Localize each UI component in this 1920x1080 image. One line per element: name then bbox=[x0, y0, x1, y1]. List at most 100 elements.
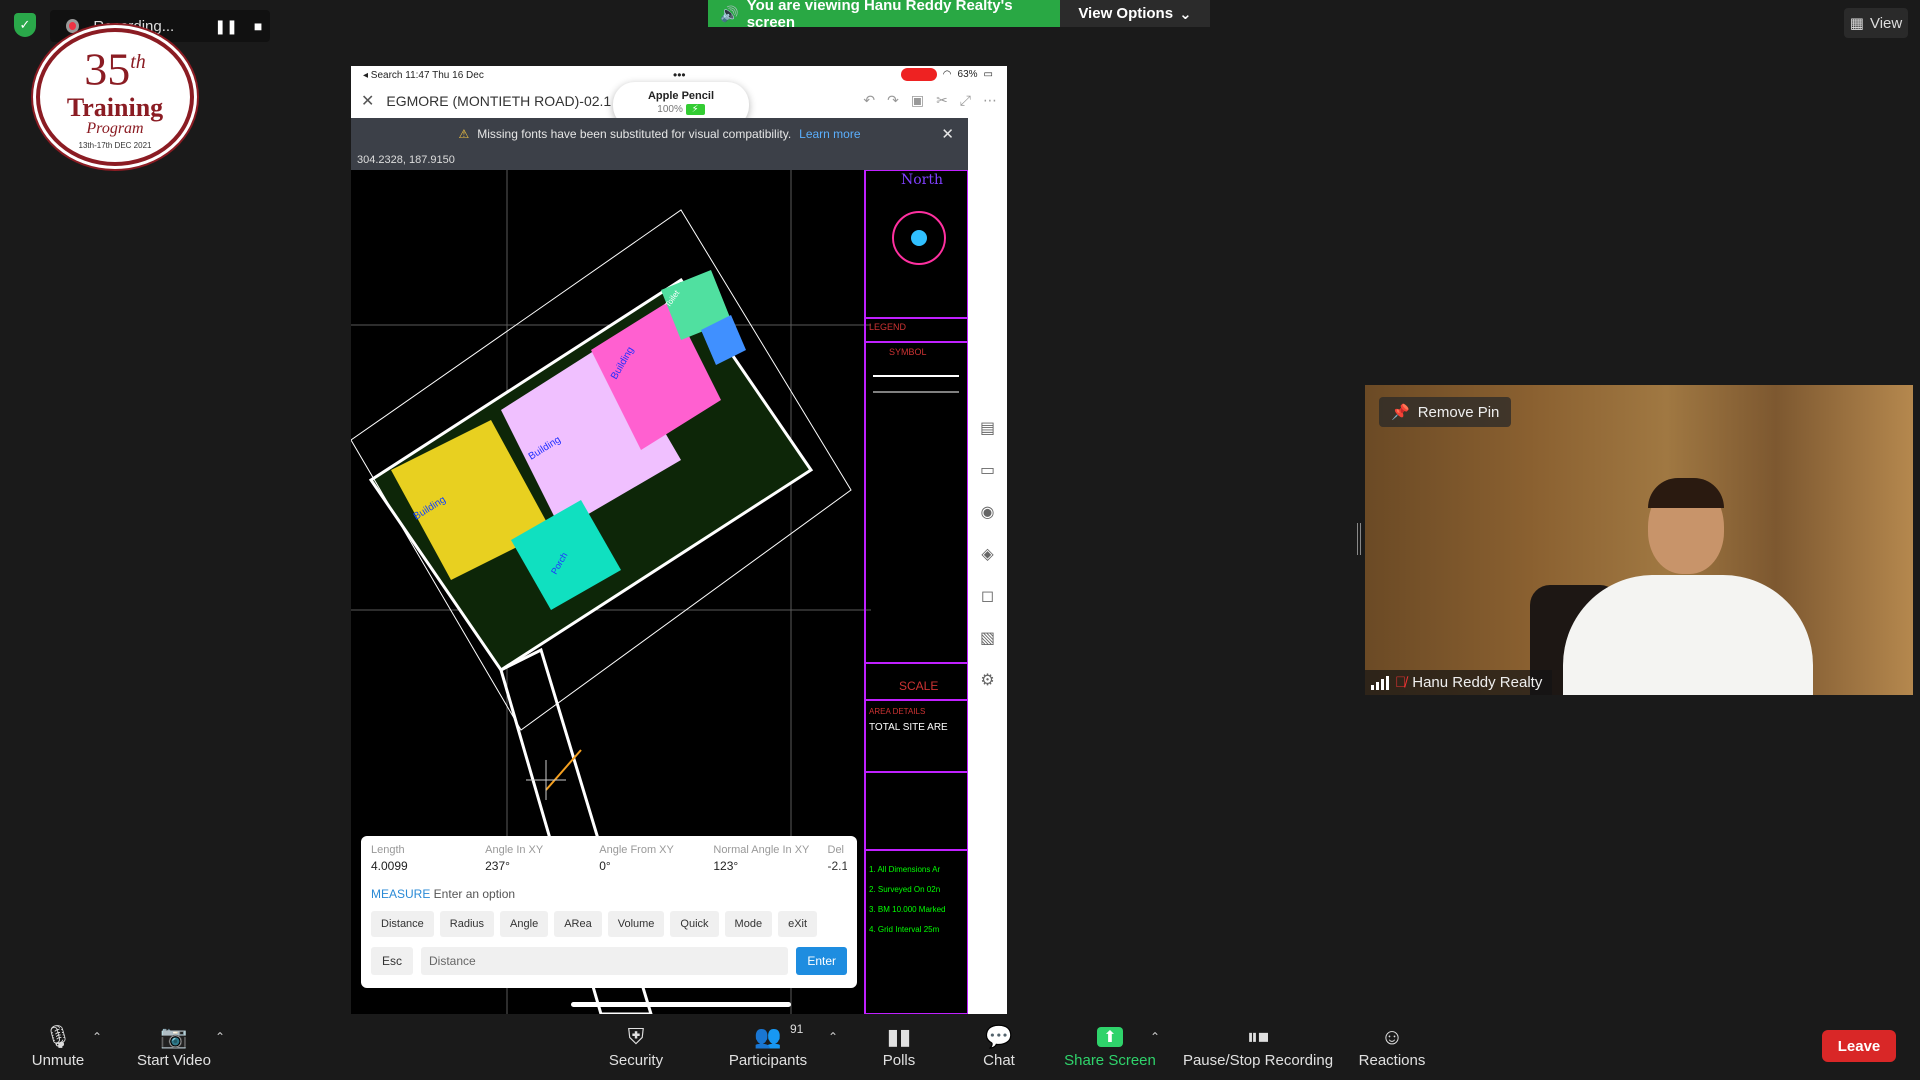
cad-side-toolbar: ▤ ▭ ◉ ◈ ◻ ▧ ⚙ bbox=[968, 118, 1007, 1014]
svg-text:SCALE: SCALE bbox=[899, 679, 938, 693]
settings-icon[interactable]: ⚙ bbox=[980, 670, 994, 690]
signal-icon bbox=[1371, 675, 1389, 690]
tools-icon[interactable]: ✂ bbox=[936, 92, 948, 109]
warning-icon: ⚠ bbox=[458, 127, 470, 141]
option-exit[interactable]: eXit bbox=[778, 911, 818, 937]
battery-icon: ▭ bbox=[983, 69, 993, 80]
person-shape bbox=[1563, 575, 1813, 695]
recording-dot-icon bbox=[66, 19, 80, 33]
participants-count: 91 bbox=[790, 1022, 804, 1036]
shared-screen: ◂ Search 11:47 Thu 16 Dec ••• ◠ 63% ▭ ✕ … bbox=[351, 66, 1007, 1014]
properties-icon[interactable]: ▤ bbox=[980, 418, 995, 438]
video-options-caret-icon[interactable]: ⌃ bbox=[215, 1030, 225, 1044]
home-indicator bbox=[571, 1002, 791, 1007]
measure-prompt: MEASURE Enter an option bbox=[371, 887, 516, 901]
svg-text:LEGEND: LEGEND bbox=[869, 322, 907, 332]
viewing-screen-text: You are viewing Hanu Reddy Realty's scre… bbox=[746, 0, 1013, 31]
file-title: EGMORE (MONTIETH ROAD)-02.1 bbox=[386, 93, 612, 109]
layers-icon[interactable]: ◈ bbox=[981, 544, 993, 564]
measure-field: Normal Angle In XY 123° bbox=[713, 844, 810, 873]
muted-mic-icon: 🎙̸ bbox=[1395, 674, 1407, 691]
panel-resize-handle[interactable] bbox=[1357, 523, 1361, 555]
close-icon[interactable]: ✕ bbox=[361, 91, 374, 111]
more-icon[interactable]: ⋯ bbox=[983, 92, 997, 109]
measure-field: Angle In XY 237° bbox=[485, 844, 544, 873]
pause-stop-recording-button[interactable]: ⏸⏹ Pause/Stop Recording bbox=[1180, 1022, 1336, 1069]
shapes-icon[interactable]: ◻ bbox=[981, 586, 994, 606]
measure-command-panel: Length 4.0099 Angle In XY 237° Angle Fro… bbox=[361, 836, 857, 988]
svg-text:1. All Dimensions Ar: 1. All Dimensions Ar bbox=[869, 865, 940, 874]
share-screen-button[interactable]: ⬆ Share Screen bbox=[1064, 1022, 1156, 1069]
svg-text:2. Surveyed On 02n: 2. Surveyed On 02n bbox=[869, 885, 940, 894]
remove-pin-button[interactable]: 📌 Remove Pin bbox=[1379, 397, 1512, 427]
mic-muted-icon: 🎙 bbox=[44, 1024, 72, 1049]
command-input[interactable]: Distance bbox=[421, 947, 789, 975]
option-angle[interactable]: Angle bbox=[500, 911, 549, 937]
reaction-emoji-icon: ☺ bbox=[1380, 1024, 1404, 1049]
option-mode[interactable]: Mode bbox=[724, 911, 773, 937]
svg-text:3. BM 10.000 Marked: 3. BM 10.000 Marked bbox=[869, 905, 945, 914]
app-title-bar: ✕ EGMORE (MONTIETH ROAD)-02.1 Apple Penc… bbox=[351, 82, 1007, 128]
fullscreen-icon[interactable]: ⤢ bbox=[960, 92, 971, 109]
grid-icon: ▦ bbox=[1849, 15, 1864, 32]
svg-text:TOTAL SITE ARE: TOTAL SITE ARE bbox=[869, 722, 948, 733]
option-volume[interactable]: Volume bbox=[607, 911, 665, 937]
audio-options-caret-icon[interactable]: ⌃ bbox=[92, 1030, 102, 1044]
pause-stop-icon: ⏸⏹ bbox=[1246, 1024, 1269, 1049]
chevron-down-icon: ⌄ bbox=[1179, 5, 1192, 23]
cursor-coordinates: 304.2328, 187.9150 bbox=[351, 150, 968, 170]
svg-text:North: North bbox=[901, 172, 943, 188]
security-shield-icon[interactable]: ✓ bbox=[14, 13, 36, 37]
battery-charging-icon: ⚡ bbox=[685, 104, 705, 115]
svg-text:SYMBOL: SYMBOL bbox=[889, 347, 927, 357]
screen-record-pill-icon bbox=[900, 68, 937, 81]
speaker-icon: 🔊 bbox=[720, 5, 739, 23]
redo-icon[interactable]: ↷ bbox=[887, 92, 899, 109]
measure-field: Length 4.0099 bbox=[371, 844, 408, 873]
enter-button[interactable]: Enter bbox=[796, 947, 847, 975]
option-distance[interactable]: Distance bbox=[371, 911, 434, 937]
missing-fonts-warning: ⚠ Missing fonts have been substituted fo… bbox=[351, 118, 968, 150]
participants-caret-icon[interactable]: ⌃ bbox=[828, 1030, 838, 1044]
participant-name-label: 🎙̸ Hanu Reddy Realty bbox=[1365, 670, 1553, 695]
start-video-button[interactable]: 📷 Start Video bbox=[134, 1022, 214, 1069]
image-icon[interactable]: ▭ bbox=[980, 460, 995, 480]
view-options-button[interactable]: View Options ⌄ bbox=[1060, 0, 1210, 27]
eye-icon[interactable]: ◉ bbox=[981, 502, 995, 522]
security-button[interactable]: ⛨ Security bbox=[604, 1022, 668, 1069]
leave-button[interactable]: Leave bbox=[1822, 1030, 1896, 1062]
shield-icon: ⛨ bbox=[627, 1024, 645, 1049]
chat-button[interactable]: 💬 Chat bbox=[978, 1022, 1020, 1069]
unmute-button[interactable]: 🎙 Unmute bbox=[26, 1022, 90, 1069]
viewing-screen-banner: 🔊 You are viewing Hanu Reddy Realty's sc… bbox=[708, 0, 1060, 31]
polls-button[interactable]: ▮▮ Polls bbox=[878, 1022, 920, 1069]
measure-field: Del -2.1 bbox=[827, 844, 848, 873]
share-screen-icon: ⬆ bbox=[1064, 1022, 1156, 1052]
participant-video[interactable]: 📌 Remove Pin 🎙̸ Hanu Reddy Realty bbox=[1365, 385, 1913, 695]
esc-button[interactable]: Esc bbox=[371, 947, 414, 975]
wifi-icon: ◠ bbox=[942, 69, 952, 80]
participants-button[interactable]: 👥 91 Participants bbox=[726, 1022, 810, 1069]
measure-options: Distance Radius Angle ARea Volume Quick … bbox=[371, 911, 847, 937]
undo-icon[interactable]: ↶ bbox=[863, 92, 875, 109]
svg-text:AREA DETAILS: AREA DETAILS bbox=[869, 707, 925, 716]
option-radius[interactable]: Radius bbox=[439, 911, 495, 937]
polls-icon: ▮▮ bbox=[886, 1024, 912, 1049]
pause-recording-icon[interactable]: ❚❚ bbox=[214, 13, 238, 39]
stop-recording-icon[interactable]: ■ bbox=[246, 13, 270, 39]
clipboard-icon[interactable]: ▧ bbox=[980, 628, 995, 648]
svg-text:4. Grid Interval 25m: 4. Grid Interval 25m bbox=[869, 925, 940, 934]
learn-more-link[interactable]: Learn more bbox=[799, 127, 860, 141]
pin-icon: 📌 bbox=[1391, 404, 1410, 421]
video-off-icon: 📷 bbox=[160, 1024, 188, 1049]
share-options-caret-icon[interactable]: ⌃ bbox=[1150, 1030, 1160, 1044]
chat-icon: 💬 bbox=[985, 1024, 1013, 1049]
close-warning-icon[interactable]: ✕ bbox=[941, 125, 954, 143]
option-quick[interactable]: Quick bbox=[670, 911, 719, 937]
measure-field: Angle From XY 0° bbox=[599, 844, 674, 873]
save-icon[interactable]: ▣ bbox=[911, 92, 924, 109]
person-hair-shape bbox=[1648, 478, 1724, 508]
reactions-button[interactable]: ☺ Reactions bbox=[1358, 1022, 1426, 1069]
view-layout-button[interactable]: ▦ View bbox=[1844, 8, 1908, 38]
option-area[interactable]: ARea bbox=[554, 911, 602, 937]
